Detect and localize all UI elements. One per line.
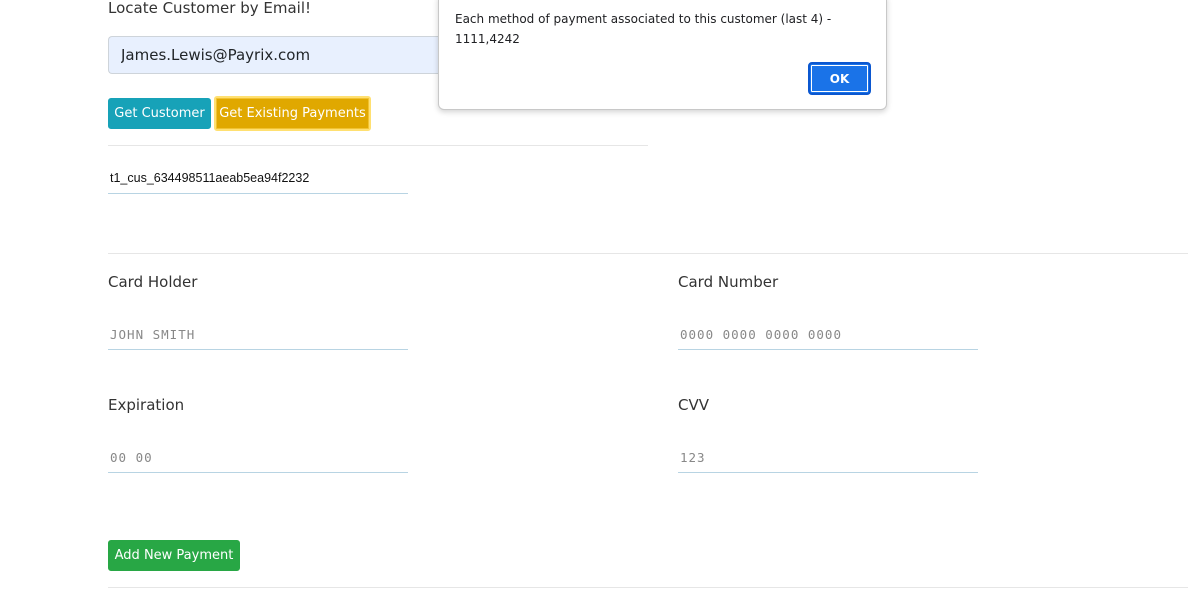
cvv-input[interactable] — [678, 443, 978, 473]
alert-ok-button[interactable]: OK — [808, 62, 871, 95]
alert-message-line2: 1111,4242 — [455, 32, 520, 46]
customer-email-input[interactable] — [108, 36, 488, 74]
divider — [108, 587, 1188, 588]
get-existing-payments-button[interactable]: Get Existing Payments — [214, 96, 371, 131]
divider — [108, 145, 648, 146]
card-number-label: Card Number — [678, 273, 779, 291]
alert-message-line1: Each method of payment associated to thi… — [455, 12, 832, 26]
card-holder-label: Card Holder — [108, 273, 198, 291]
card-holder-input[interactable] — [108, 320, 408, 350]
payment-page: Locate Customer by Email! Get Customer G… — [0, 0, 1188, 607]
get-customer-button[interactable]: Get Customer — [108, 98, 211, 129]
add-new-payment-button[interactable]: Add New Payment — [108, 540, 240, 571]
alert-message: Each method of payment associated to thi… — [455, 9, 855, 49]
card-number-input[interactable] — [678, 320, 978, 350]
cvv-label: CVV — [678, 396, 709, 414]
customer-id-field: t1_cus_634498511aeab5ea94f2232 — [108, 166, 408, 194]
expiration-input[interactable] — [108, 443, 408, 473]
divider — [108, 253, 1188, 254]
locate-customer-label: Locate Customer by Email! — [108, 0, 312, 17]
expiration-label: Expiration — [108, 396, 185, 414]
alert-dialog: Each method of payment associated to thi… — [438, 0, 887, 110]
